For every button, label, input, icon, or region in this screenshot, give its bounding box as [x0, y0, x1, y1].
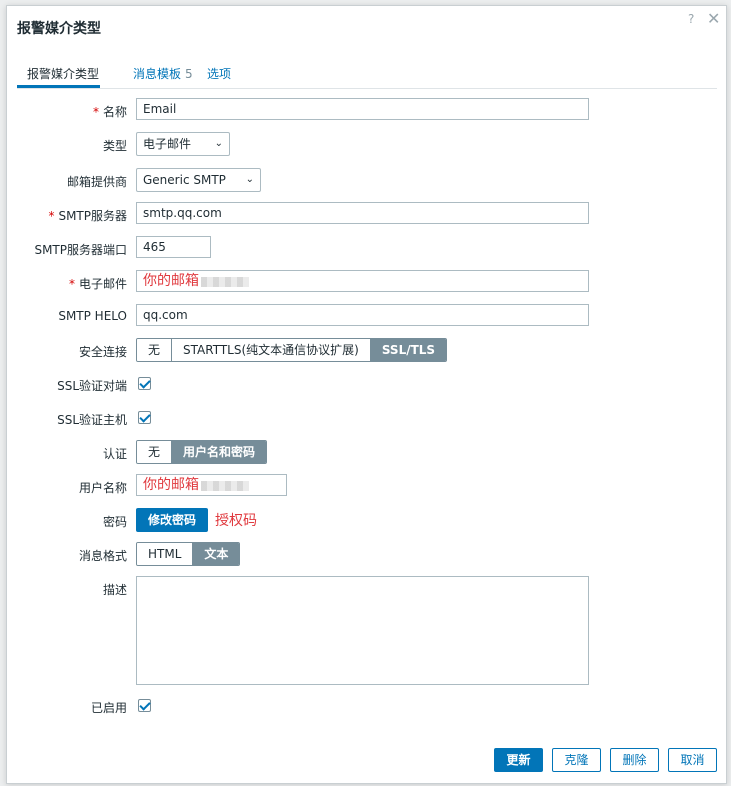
ssl-verify-peer-label: SSL验证对端 [57, 379, 127, 393]
security-label: 安全连接 [78, 345, 127, 359]
tab-label: 报警媒介类型 [27, 67, 100, 81]
tab-count-badge: 5 [185, 67, 193, 81]
provider-label: 邮箱提供商 [66, 175, 127, 189]
auth-option-username-password[interactable]: 用户名和密码 [172, 441, 267, 463]
description-label: 描述 [102, 583, 127, 597]
email-annotation: 你的邮箱 [143, 273, 199, 289]
required-marker: * [92, 105, 99, 119]
message-format-segmented: HTML 文本 [136, 542, 241, 566]
tab-message-templates[interactable]: 消息模板 5 [133, 65, 193, 82]
auth-label: 认证 [102, 447, 127, 461]
email-input[interactable]: 你的邮箱 [136, 270, 589, 292]
redacted-text [201, 276, 249, 287]
ssl-verify-peer-checkbox[interactable] [138, 377, 151, 390]
ssl-verify-host-checkbox[interactable] [138, 411, 151, 424]
auth-option-none[interactable]: 无 [137, 441, 173, 463]
format-option-text[interactable]: 文本 [193, 543, 240, 565]
name-label: * 名称 [92, 105, 127, 119]
smtp-helo-label: SMTP HELO [58, 309, 127, 323]
message-format-label: 消息格式 [78, 549, 127, 563]
email-label: * 电子邮件 [68, 277, 127, 291]
name-input[interactable]: Email [136, 98, 589, 120]
security-option-none[interactable]: 无 [137, 339, 173, 361]
chevron-down-icon: ⌄ [214, 138, 223, 149]
password-label: 密码 [102, 515, 127, 529]
auth-segmented: 无 用户名和密码 [136, 440, 268, 464]
description-textarea[interactable] [136, 576, 589, 685]
tab-label: 选项 [207, 67, 232, 81]
tab-bar: 报警媒介类型 消息模板 5 选项 [17, 61, 717, 89]
media-type-dialog: 报警媒介类型 ? ✕ 报警媒介类型 消息模板 5 选项 * 名称 Email 类型 … [6, 5, 727, 784]
dialog-title: 报警媒介类型 [17, 21, 101, 37]
cancel-button[interactable]: 取消 [668, 748, 717, 772]
security-option-ssl-tls[interactable]: SSL/TLS [370, 339, 447, 361]
smtp-server-input[interactable]: smtp.qq.com [136, 202, 589, 224]
tab-options[interactable]: 选项 [207, 65, 231, 82]
username-annotation: 你的邮箱 [143, 477, 199, 493]
required-marker: * [68, 277, 75, 291]
redacted-text [201, 480, 249, 491]
security-segmented: 无 STARTTLS(纯文本通信协议扩展) SSL/TLS [136, 338, 448, 362]
smtp-port-input[interactable]: 465 [136, 236, 211, 258]
username-input[interactable]: 你的邮箱 [136, 474, 287, 496]
help-icon[interactable]: ? [688, 12, 694, 26]
delete-button[interactable]: 删除 [610, 748, 659, 772]
username-label: 用户名称 [78, 481, 127, 495]
active-tab-indicator [17, 85, 100, 88]
type-select[interactable]: 电子邮件 ⌄ [136, 132, 230, 156]
password-annotation: 授权码 [215, 513, 257, 529]
smtp-helo-input[interactable]: qq.com [136, 304, 589, 326]
smtp-port-label: SMTP服务器端口 [34, 243, 127, 257]
format-option-html[interactable]: HTML [137, 543, 194, 565]
type-select-value: 电子邮件 [143, 137, 192, 151]
tab-label: 消息模板 [133, 67, 182, 81]
update-button[interactable]: 更新 [494, 748, 543, 772]
provider-select-value: Generic SMTP [143, 173, 226, 187]
smtp-server-label: * SMTP服务器 [48, 209, 127, 223]
chevron-down-icon: ⌄ [245, 174, 254, 185]
tab-media-type[interactable]: 报警媒介类型 [27, 65, 99, 82]
close-icon[interactable]: ✕ [707, 9, 720, 28]
required-marker: * [48, 209, 55, 223]
change-password-button[interactable]: 修改密码 [136, 508, 208, 532]
type-label: 类型 [102, 139, 127, 153]
security-option-starttls[interactable]: STARTTLS(纯文本通信协议扩展) [172, 339, 371, 361]
enabled-label: 已启用 [90, 701, 127, 715]
provider-select[interactable]: Generic SMTP ⌄ [136, 168, 261, 192]
enabled-checkbox[interactable] [138, 699, 151, 712]
ssl-verify-host-label: SSL验证主机 [57, 413, 127, 427]
clone-button[interactable]: 克隆 [552, 748, 601, 772]
